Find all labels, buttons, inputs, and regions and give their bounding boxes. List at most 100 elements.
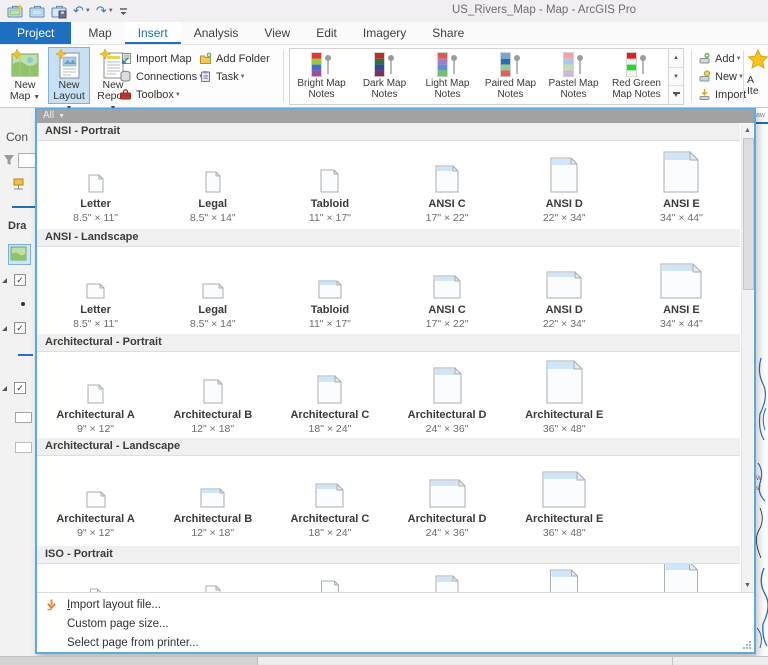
- scrollbar-down-arrow[interactable]: ▼: [742, 579, 753, 592]
- new-project-icon: [7, 3, 24, 19]
- layout-template-architectural-portrait-architectural-e[interactable]: Architectural E 36" × 48": [506, 356, 623, 438]
- filter-icon[interactable]: [3, 154, 15, 166]
- layout-template-item[interactable]: [623, 564, 740, 592]
- layout-template-architectural-landscape-architectural-d[interactable]: Architectural D 24" × 36": [388, 460, 505, 546]
- layout-template-ansi-portrait-legal[interactable]: Legal 8.5" × 14": [154, 145, 271, 229]
- pastel-map-notes-gallery-item[interactable]: Pastel Map Notes: [542, 49, 605, 104]
- light-map-notes-gallery-item[interactable]: Light Map Notes: [416, 49, 479, 104]
- new-button[interactable]: New ▼: [697, 68, 746, 85]
- tree-expander-icon[interactable]: [2, 386, 7, 391]
- new-layout-button[interactable]: NewLayout ▼: [48, 47, 90, 112]
- map-view-sliver[interactable]: aw W sf: [756, 108, 768, 656]
- page-icon: [433, 251, 461, 299]
- tab-map[interactable]: Map: [75, 22, 124, 44]
- new-map-button[interactable]: New Map ▼: [4, 47, 46, 104]
- page-icon: [205, 145, 221, 193]
- page-icon: [86, 460, 106, 508]
- template-name: Architectural A: [56, 513, 135, 525]
- dark-map-notes-gallery-item[interactable]: Dark Map Notes: [353, 49, 416, 104]
- layout-template-ansi-landscape-ansi-d[interactable]: ANSI D 22" × 34": [506, 251, 623, 334]
- layout-template-architectural-landscape-architectural-a[interactable]: Architectural A 9" × 12": [37, 460, 154, 546]
- save-project-button[interactable]: [50, 2, 69, 20]
- customize-quick-access-button[interactable]: [118, 2, 129, 20]
- gallery-scroll-up-button[interactable]: ▲: [669, 49, 683, 68]
- layout-template-ansi-portrait-ansi-c[interactable]: ANSI C 17" × 22": [388, 145, 505, 229]
- favorites-star-button[interactable]: A Ite: [747, 49, 768, 106]
- dropdown-resize-grip[interactable]: [742, 640, 752, 650]
- open-project-button[interactable]: [28, 2, 47, 20]
- tab-view[interactable]: View: [251, 22, 303, 44]
- layout-template-ansi-landscape-legal[interactable]: Legal 8.5" × 14": [154, 251, 271, 334]
- ribbon-group-separator: [691, 50, 692, 102]
- tab-share[interactable]: Share: [419, 22, 477, 44]
- scrollbar-thumb[interactable]: [743, 138, 754, 290]
- add-button[interactable]: Add ▼: [697, 50, 746, 67]
- layout-template-ansi-portrait-ansi-e[interactable]: ANSI E 34" × 44": [623, 145, 740, 229]
- page-icon: [205, 585, 221, 592]
- layout-template-architectural-landscape-architectural-c[interactable]: Architectural C 18" × 24": [271, 460, 388, 546]
- layout-template-ansi-portrait-tabloid[interactable]: Tabloid 11" × 17": [271, 145, 388, 229]
- page-icon: [435, 575, 459, 592]
- section-header-architectural-landscape: Architectural - Landscape: [37, 438, 740, 456]
- dropdown-scrollbar[interactable]: ▲ ▼: [741, 124, 754, 592]
- section-header-architectural-portrait: Architectural - Portrait: [37, 334, 740, 352]
- layout-template-ansi-landscape-ansi-c[interactable]: ANSI C 17" × 22": [388, 251, 505, 334]
- menu-item-custom-page-size[interactable]: Custom page size...: [37, 614, 754, 633]
- tree-expander-icon[interactable]: [2, 278, 7, 283]
- import-button[interactable]: Import: [697, 86, 746, 103]
- tab-project[interactable]: Project: [0, 22, 72, 44]
- polygon-symbol-swatch: [15, 412, 32, 423]
- new-project-button[interactable]: [6, 2, 25, 20]
- tab-insert[interactable]: Insert: [124, 22, 181, 44]
- contents-search-input[interactable]: [18, 153, 36, 168]
- layout-template-architectural-portrait-architectural-c[interactable]: Architectural C 18" × 24": [271, 356, 388, 438]
- map-tree-item-selected[interactable]: [8, 244, 31, 265]
- add-folder-button[interactable]: Add Folder: [198, 50, 270, 67]
- chevron-down-icon: ▼: [174, 91, 181, 98]
- bright-map-notes-gallery-item[interactable]: Bright Map Notes: [290, 49, 353, 104]
- layout-template-ansi-portrait-ansi-d[interactable]: ANSI D 22" × 34": [506, 145, 623, 229]
- gallery-filter-dropdown[interactable]: All ▼: [37, 109, 754, 123]
- layout-template-architectural-landscape-architectural-b[interactable]: Architectural B 12" × 18": [154, 460, 271, 546]
- layout-template-ansi-landscape-letter[interactable]: Letter 8.5" × 11": [37, 251, 154, 334]
- layout-template-architectural-portrait-architectural-b[interactable]: Architectural B 12" × 18": [154, 356, 271, 438]
- layer-checkbox[interactable]: ✓: [14, 322, 26, 334]
- layout-template-item[interactable]: [271, 564, 388, 592]
- task-button[interactable]: Task ▼: [198, 68, 270, 85]
- ribbon-project-buttons-col2: Add Folder Task ▼: [198, 50, 270, 85]
- layout-template-item[interactable]: [37, 564, 154, 592]
- layout-template-ansi-landscape-ansi-e[interactable]: ANSI E 34" × 44": [623, 251, 740, 334]
- layer-checkbox[interactable]: ✓: [14, 382, 26, 394]
- tab-imagery[interactable]: Imagery: [350, 22, 419, 44]
- template-name: ANSI E: [663, 198, 700, 210]
- toolbox-label: Toolbox: [136, 88, 174, 101]
- layout-template-architectural-portrait-architectural-d[interactable]: Architectural D 24" × 36": [388, 356, 505, 438]
- layout-template-ansi-landscape-tabloid[interactable]: Tabloid 11" × 17": [271, 251, 388, 334]
- layout-template-ansi-portrait-letter[interactable]: Letter 8.5" × 11": [37, 145, 154, 229]
- tab-analysis[interactable]: Analysis: [181, 22, 252, 44]
- tab-edit[interactable]: Edit: [303, 22, 350, 44]
- menu-item-select-page-from-printer[interactable]: Select page from printer...: [37, 633, 754, 652]
- import-map-button[interactable]: Import Map: [118, 50, 204, 67]
- connections-button[interactable]: Connections▼: [118, 68, 204, 85]
- red-green-map-notes-gallery-item[interactable]: Red Green Map Notes: [605, 49, 668, 104]
- template-size: 18" × 24": [308, 423, 352, 435]
- layout-template-item[interactable]: [506, 564, 623, 592]
- save-project-icon: [51, 3, 68, 19]
- layout-template-item[interactable]: [154, 564, 271, 592]
- drawing-order-icon[interactable]: [12, 178, 26, 192]
- gallery-scroll-down-button[interactable]: ▼: [669, 67, 683, 87]
- layout-template-architectural-landscape-architectural-e[interactable]: Architectural E 36" × 48": [506, 460, 623, 546]
- layout-template-item[interactable]: [388, 564, 505, 592]
- layout-template-architectural-portrait-architectural-a[interactable]: Architectural A 9" × 12": [37, 356, 154, 438]
- redo-button[interactable]: ↷ ▼: [95, 2, 115, 20]
- undo-button[interactable]: ↶ ▼: [72, 2, 92, 20]
- layer-checkbox[interactable]: ✓: [14, 274, 26, 286]
- menu-item-import-layout-file[interactable]: Import layout file...: [37, 595, 754, 614]
- paired-map-notes-gallery-item[interactable]: Paired Map Notes: [479, 49, 542, 104]
- tree-expander-icon[interactable]: [2, 326, 7, 331]
- toolbox-button[interactable]: Toolbox ▼: [118, 86, 204, 103]
- scrollbar-up-arrow[interactable]: ▲: [742, 124, 753, 137]
- gallery-expand-button[interactable]: ▼: [669, 86, 683, 105]
- ribbon-tab-bar: Project Map Insert Analysis View Edit Imagery S…: [0, 22, 768, 45]
